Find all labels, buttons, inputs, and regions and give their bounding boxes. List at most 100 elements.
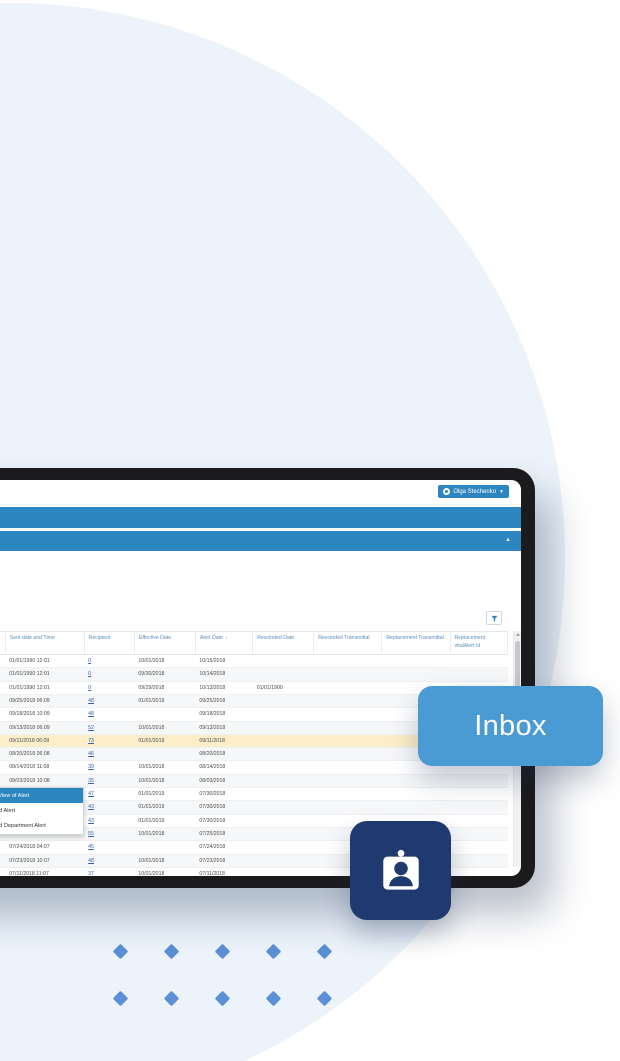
- cell-alert: 09/11/2018: [195, 734, 253, 749]
- filter-button[interactable]: [486, 611, 502, 625]
- recipient-count-link[interactable]: 55: [84, 827, 135, 842]
- context-menu-item[interactable]: Resend Department Alert: [0, 818, 83, 833]
- recipient-count-link[interactable]: 73: [84, 734, 135, 749]
- recipient-link[interactable]: 0: [88, 685, 91, 691]
- recipient-link[interactable]: 35: [88, 778, 94, 784]
- cell-repl-trans: [381, 774, 451, 789]
- cell-rescinded: [252, 667, 314, 682]
- cell-alert: 07/25/2018: [195, 827, 253, 842]
- recipient-count-link[interactable]: 46: [84, 747, 135, 762]
- recipient-count-link[interactable]: 45: [84, 840, 135, 855]
- cell-resc-trans: [313, 694, 382, 709]
- cell-rescinded: [252, 734, 314, 749]
- cell-rescinded: [252, 721, 314, 735]
- column-header[interactable]: Rescinded Date: [252, 632, 315, 656]
- recipient-link[interactable]: 73: [88, 738, 94, 744]
- table-row[interactable]: Complete09/30/201801/01/1990 12:01009/30…: [0, 667, 508, 682]
- scroll-up-arrow-icon[interactable]: [515, 633, 520, 636]
- table-row[interactable]: 2018-080310/01/201808/03/2018 10:083510/…: [0, 774, 508, 789]
- cell-repl-id: [450, 854, 508, 868]
- cell-repl-id: [450, 667, 508, 682]
- cell-effective: 10/01/2018: [134, 721, 196, 735]
- cell-resc-trans: [313, 654, 382, 669]
- recipient-link[interactable]: 48: [88, 858, 94, 864]
- cell-sent: 01/01/1990 12:01: [5, 667, 85, 682]
- cell-rescinded: [252, 867, 314, 876]
- recipient-link[interactable]: 37: [88, 871, 94, 876]
- diamond-decoration: [112, 943, 129, 960]
- cell-sent: 08/14/2018 11:08: [5, 760, 85, 775]
- recipient-count-link[interactable]: 0: [84, 681, 135, 695]
- recipient-count-link[interactable]: 0: [84, 667, 135, 682]
- recipient-count-link[interactable]: 52: [84, 721, 135, 735]
- chevron-up-icon[interactable]: ▲: [505, 537, 511, 543]
- recipient-count-link[interactable]: 48: [84, 707, 135, 722]
- cell-repl-id: [450, 827, 508, 842]
- column-header[interactable]: Rescinded Transmittal: [313, 632, 383, 656]
- cell-repl-id: [450, 774, 508, 789]
- cell-rescinded: [252, 854, 314, 868]
- recipient-link[interactable]: 43: [88, 818, 94, 824]
- recipient-link[interactable]: 43: [88, 804, 94, 810]
- context-menu-item[interactable]: Resend Alert: [0, 803, 83, 818]
- column-header[interactable]: Replacement Transmittal: [381, 632, 451, 656]
- column-header[interactable]: Recipient: [84, 632, 135, 656]
- cell-repl-id: [450, 800, 508, 815]
- recipient-link[interactable]: 48: [88, 711, 94, 717]
- column-header[interactable]: Sent date and Time: [5, 632, 85, 656]
- recipient-link[interactable]: 52: [88, 725, 94, 731]
- recipient-count-link[interactable]: 43: [84, 814, 135, 828]
- cell-alert: 10/14/2018: [195, 667, 253, 682]
- recipient-count-link[interactable]: 47: [84, 787, 135, 802]
- diamond-decoration: [163, 990, 180, 1007]
- cell-repl-trans: [381, 667, 451, 682]
- cell-resc-trans: [313, 681, 382, 695]
- context-menu-item[interactable]: Open View of Alert: [0, 788, 83, 804]
- cell-repl-id: [450, 787, 508, 802]
- recipient-count-link[interactable]: 0: [84, 654, 135, 669]
- recipient-count-link[interactable]: 43: [84, 800, 135, 815]
- user-circle-icon: [443, 488, 451, 495]
- cell-sent: 09/18/2018 10:09: [5, 707, 85, 722]
- recipient-link[interactable]: 48: [88, 698, 94, 704]
- cell-resc-trans: [313, 667, 382, 682]
- recipient-link[interactable]: 55: [88, 831, 94, 837]
- cell-alert: 07/24/2018: [195, 840, 253, 855]
- recipient-count-link[interactable]: 37: [84, 867, 135, 876]
- diamond-decoration: [163, 943, 180, 960]
- recipient-link[interactable]: 39: [88, 764, 94, 770]
- sort-indicator-icon: ↓: [224, 635, 228, 641]
- recipient-link[interactable]: 0: [88, 658, 91, 664]
- cell-effective: 01/01/2019: [134, 787, 196, 802]
- recipient-link[interactable]: 47: [88, 791, 94, 797]
- scrollbar-thumb[interactable]: [515, 641, 520, 687]
- cell-resc-trans: [313, 787, 382, 802]
- device-screen: Olga Stechenko ▼ ▲ Sent date and Time Re…: [0, 480, 521, 876]
- recipient-count-link[interactable]: 48: [84, 694, 135, 709]
- recipient-link[interactable]: 0: [88, 671, 91, 677]
- column-header[interactable]: Alert Date ↓: [195, 632, 254, 656]
- cell-rescinded: [252, 827, 314, 842]
- cell-effective: 10/01/2018: [134, 760, 196, 775]
- diamond-row-top: [112, 943, 333, 960]
- app-main-navbar[interactable]: [0, 507, 521, 528]
- cell-alert: 10/13/2018: [195, 681, 253, 695]
- app-section-bar[interactable]: ▲: [0, 531, 521, 551]
- column-header[interactable]: Effective Date: [134, 632, 196, 656]
- cell-repl-trans: [381, 787, 451, 802]
- recipient-count-link[interactable]: 35: [84, 774, 135, 789]
- column-header[interactable]: Replacement vitalAlert Id: [450, 632, 509, 656]
- cell-rescinded: [252, 707, 314, 722]
- recipient-link[interactable]: 45: [88, 844, 94, 850]
- promo-graphic: Olga Stechenko ▼ ▲ Sent date and Time Re…: [0, 0, 620, 1061]
- cell-resc-trans: [313, 800, 382, 815]
- recipient-count-link[interactable]: 39: [84, 760, 135, 775]
- row-context-menu[interactable]: Open View of AlertResend AlertResend Dep…: [0, 787, 84, 835]
- cell-rescinded: [252, 654, 314, 669]
- cell-rescinded: [252, 694, 314, 709]
- recipient-count-link[interactable]: 48: [84, 854, 135, 868]
- cell-sent: 08/20/2018 06:08: [5, 747, 85, 762]
- table-row[interactable]: Complete10/01/201801/01/1990 12:01010/01…: [0, 654, 508, 669]
- recipient-link[interactable]: 46: [88, 751, 94, 757]
- user-menu-button[interactable]: Olga Stechenko ▼: [438, 485, 509, 498]
